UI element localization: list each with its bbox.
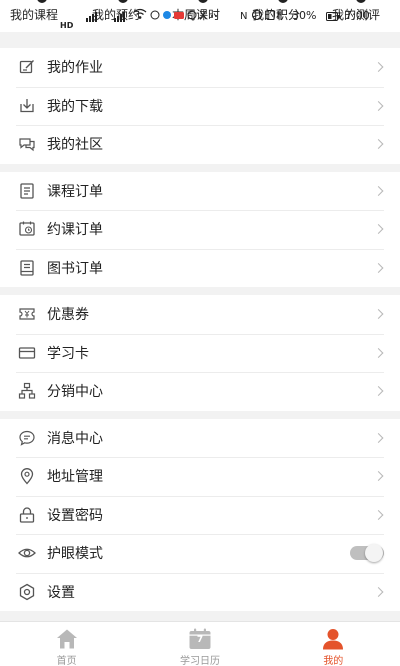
tab-mine[interactable]: 我的	[267, 622, 400, 666]
menu-list: 我的作业 我的下载 我的社区 课程订单 约课订单 图书订单 优惠券 学习卡 分销…	[0, 48, 400, 611]
chevron-right-icon	[373, 586, 384, 597]
toggle-knob	[365, 544, 383, 563]
stat-indicator	[356, 0, 366, 3]
stat-indicator	[118, 0, 128, 3]
book-icon	[18, 259, 36, 277]
chat-bubbles-icon	[18, 135, 36, 153]
chevron-right-icon	[373, 139, 384, 150]
hd-indicator: HD	[60, 21, 74, 30]
edit-icon	[18, 58, 36, 76]
home-icon	[55, 628, 79, 650]
menu-item-label: 地址管理	[47, 469, 103, 486]
settings-icon	[18, 583, 36, 601]
status-bar: HD N 30% 7:00	[0, 8, 400, 30]
chevron-right-icon	[373, 386, 384, 397]
status-app-icons	[150, 9, 220, 24]
top-header: 我的课程 我的预约 本周课时 我的积分 我的测评 HD N 30% 7:00	[0, 0, 400, 32]
user-icon	[321, 628, 345, 650]
message-icon	[18, 429, 36, 447]
menu-item-label: 分销中心	[47, 384, 103, 401]
menu-group-learning: 我的作业 我的下载 我的社区	[0, 48, 400, 164]
menu-item-homework[interactable]: 我的作业	[0, 48, 400, 87]
calendar-icon: 7	[188, 628, 212, 650]
bottom-tab-bar: 首页 7 学习日历 我的	[0, 621, 400, 666]
eye-icon	[18, 544, 36, 562]
menu-item-label: 课程订单	[47, 183, 103, 200]
chevron-right-icon	[373, 347, 384, 358]
lock-icon	[18, 506, 36, 524]
chevron-right-icon	[373, 262, 384, 273]
clock-label: 7:00	[345, 9, 370, 22]
tab-label: 我的	[323, 656, 344, 666]
menu-item-label: 图书订单	[47, 260, 103, 277]
hierarchy-icon	[18, 382, 36, 400]
chevron-right-icon	[373, 509, 384, 520]
menu-item-distribution-center[interactable]: 分销中心	[0, 372, 400, 411]
stat-indicator	[198, 0, 208, 3]
svg-text:N: N	[240, 11, 247, 21]
menu-item-community[interactable]: 我的社区	[0, 125, 400, 164]
download-icon	[18, 97, 36, 115]
menu-item-settings[interactable]: 设置	[0, 572, 400, 612]
menu-item-label: 设置密码	[47, 507, 103, 524]
menu-item-label: 护眼模式	[47, 546, 103, 563]
chevron-right-icon	[373, 309, 384, 320]
coupon-icon	[18, 305, 36, 323]
menu-item-messages[interactable]: 消息中心	[0, 419, 400, 458]
card-icon	[18, 344, 36, 362]
menu-item-study-card[interactable]: 学习卡	[0, 333, 400, 373]
stat-indicator	[278, 0, 288, 3]
stat-indicator	[37, 0, 47, 3]
menu-item-eye-protection: 护眼模式	[0, 534, 400, 573]
menu-item-course-orders[interactable]: 课程订单	[0, 172, 400, 211]
wifi-icon	[133, 8, 147, 23]
location-pin-icon	[18, 467, 36, 485]
chevron-right-icon	[373, 471, 384, 482]
menu-item-book-orders[interactable]: 图书订单	[0, 248, 400, 288]
menu-item-label: 设置	[47, 584, 75, 601]
menu-item-label: 学习卡	[47, 345, 89, 362]
menu-item-address-management[interactable]: 地址管理	[0, 457, 400, 496]
battery-label: 30%	[292, 9, 317, 22]
menu-item-downloads[interactable]: 我的下载	[0, 86, 400, 126]
tab-label: 学习日历	[179, 656, 220, 666]
menu-item-coupons[interactable]: 优惠券	[0, 295, 400, 334]
menu-item-label: 优惠券	[47, 307, 89, 324]
calendar-clock-icon	[18, 220, 36, 238]
chevron-right-icon	[373, 62, 384, 73]
document-icon	[18, 182, 36, 200]
battery-icon	[326, 11, 340, 24]
chevron-right-icon	[373, 224, 384, 235]
chevron-right-icon	[373, 185, 384, 196]
menu-item-label: 约课订单	[47, 222, 103, 239]
menu-group-settings: 消息中心 地址管理 设置密码 护眼模式 设置	[0, 418, 400, 612]
menu-item-label: 我的社区	[47, 137, 103, 154]
menu-item-set-password[interactable]: 设置密码	[0, 495, 400, 535]
menu-group-wallet: 优惠券 学习卡 分销中心	[0, 295, 400, 411]
tab-study-calendar[interactable]: 7 学习日历	[133, 622, 266, 666]
tab-label: 首页	[56, 656, 77, 666]
menu-group-orders: 课程订单 约课订单 图书订单	[0, 171, 400, 288]
chevron-right-icon	[373, 100, 384, 111]
chevron-right-icon	[373, 432, 384, 443]
calendar-day-badge: 7	[196, 635, 204, 645]
nfc-icon: N	[240, 9, 284, 24]
menu-item-appointment-orders[interactable]: 约课订单	[0, 210, 400, 249]
eye-protection-toggle[interactable]	[350, 544, 384, 563]
menu-item-label: 消息中心	[47, 430, 103, 447]
tab-home[interactable]: 首页	[0, 622, 133, 666]
menu-item-label: 我的作业	[47, 60, 103, 77]
signal-icon	[86, 9, 126, 22]
menu-item-label: 我的下载	[47, 98, 103, 115]
